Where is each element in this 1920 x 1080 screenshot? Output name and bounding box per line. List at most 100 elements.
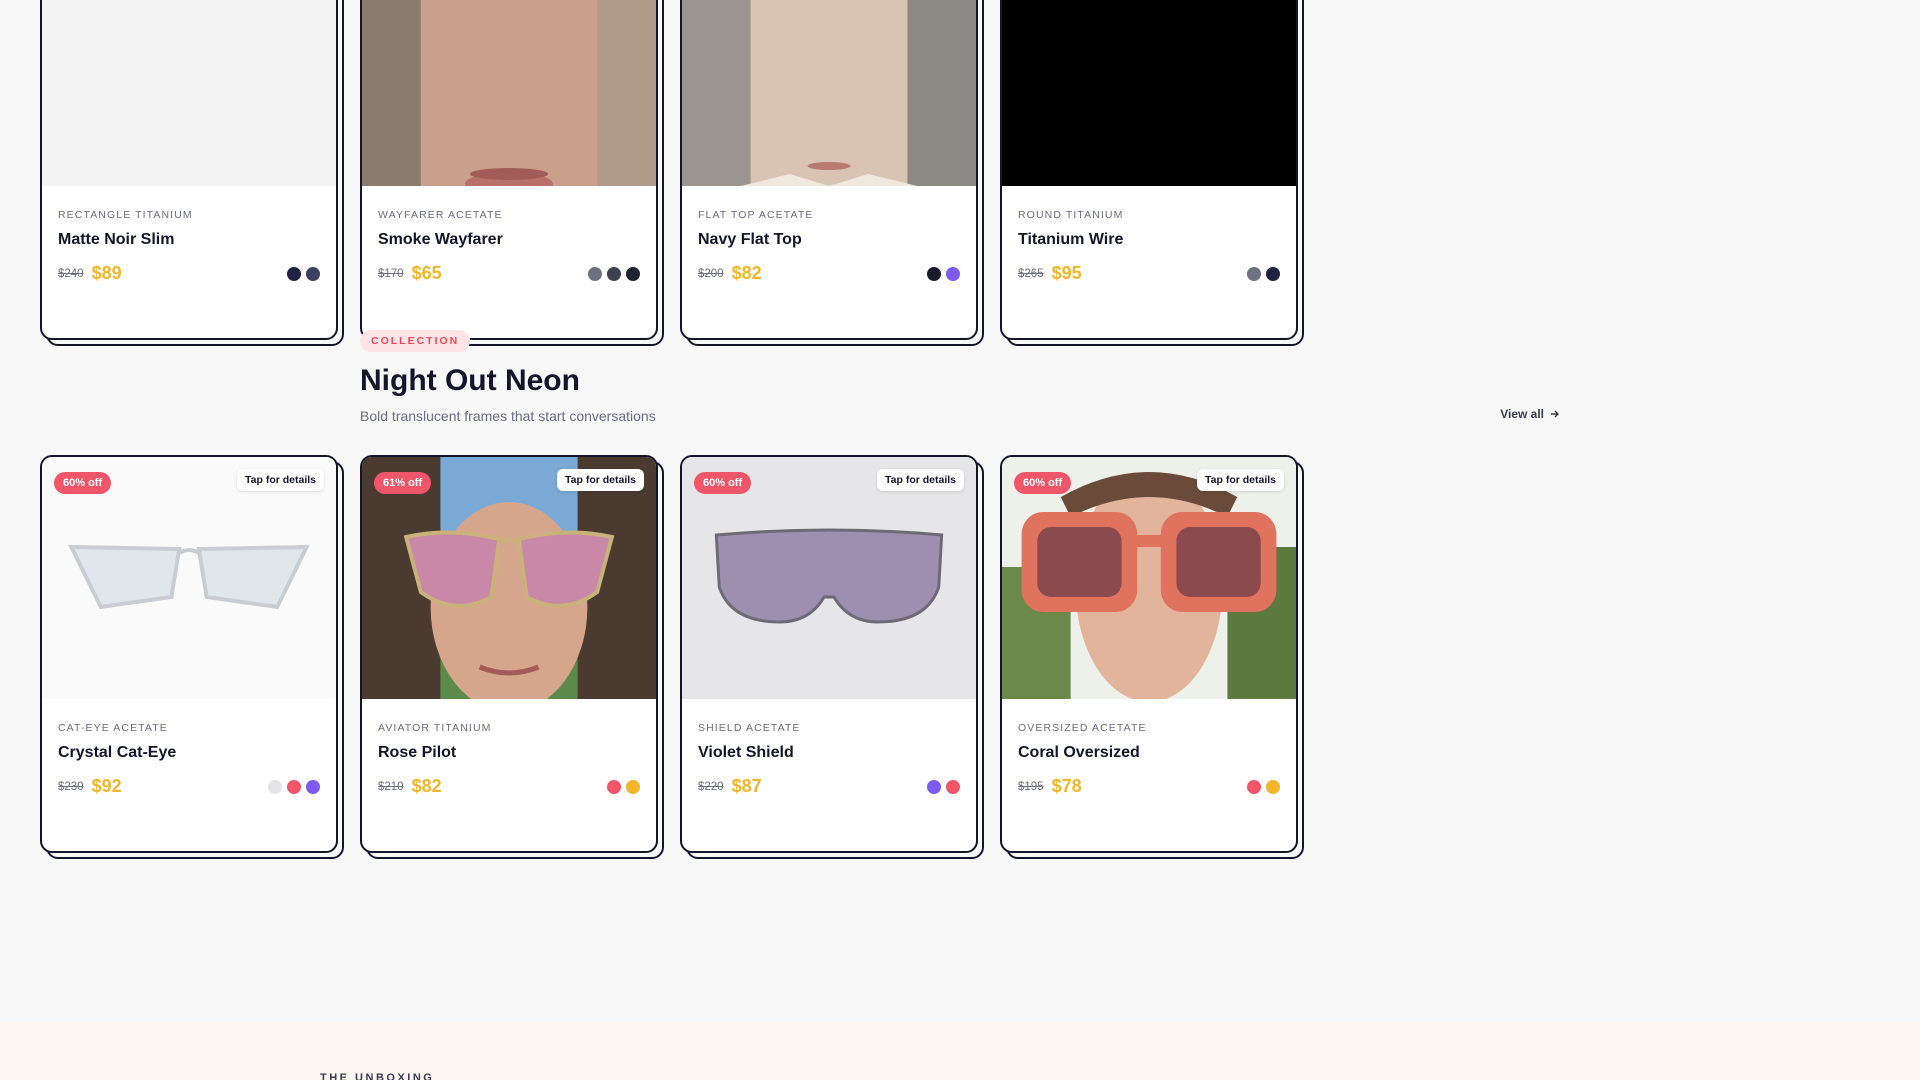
product-card[interactable]: 61% off Tap for details AVIATOR TITANIUM…: [360, 455, 664, 859]
view-all-link[interactable]: View all: [1500, 407, 1560, 421]
product-name[interactable]: Smoke Wayfarer: [378, 231, 640, 249]
unboxing-section: THE UNBOXING: [0, 1022, 1920, 1080]
view-all-label: View all: [1500, 407, 1544, 421]
price-row: $200 $82: [698, 263, 960, 284]
product-card[interactable]: RECTANGLE TITANIUM Matte Noir Slim $240 …: [40, 0, 344, 346]
original-price: $220: [698, 780, 724, 793]
product-category: OVERSIZED ACETATE: [1018, 722, 1147, 734]
product-image[interactable]: [1002, 0, 1296, 186]
sale-price: $92: [91, 776, 122, 796]
product-image[interactable]: [362, 0, 656, 186]
product-card[interactable]: 60% off Tap for details SHIELD ACETATE V…: [680, 455, 984, 859]
product-card[interactable]: 60% off Tap for details CAT-EYE ACETATE …: [40, 455, 344, 859]
sale-price: $78: [1051, 776, 1082, 796]
section-eyebrow: THE UNBOXING: [320, 1072, 435, 1080]
color-swatches: [268, 779, 320, 794]
product-info: ROUND TITANIUM Titanium Wire $265 $95: [1018, 209, 1280, 284]
color-swatch[interactable]: [1247, 779, 1261, 794]
price-row: $195 $78: [1018, 776, 1280, 797]
product-name[interactable]: Rose Pilot: [378, 744, 640, 762]
tap-for-details-hint[interactable]: Tap for details: [557, 469, 644, 491]
color-swatches: [1247, 266, 1280, 281]
color-swatch[interactable]: [287, 779, 301, 794]
color-swatch[interactable]: [946, 779, 960, 794]
section-title: Night Out Neon: [360, 364, 580, 397]
discount-badge: 60% off: [1014, 472, 1072, 494]
product-name[interactable]: Violet Shield: [698, 744, 960, 762]
card-body[interactable]: 60% off Tap for details CAT-EYE ACETATE …: [40, 455, 338, 853]
color-swatches: [1247, 779, 1280, 794]
product-category: SHIELD ACETATE: [698, 722, 801, 734]
color-swatch[interactable]: [588, 266, 602, 281]
product-row-collection: 60% off Tap for details CAT-EYE ACETATE …: [40, 455, 1304, 859]
product-category: RECTANGLE TITANIUM: [58, 209, 193, 221]
product-category: ROUND TITANIUM: [1018, 209, 1124, 221]
color-swatch[interactable]: [306, 779, 320, 794]
tap-for-details-hint[interactable]: Tap for details: [1197, 469, 1284, 491]
product-info: AVIATOR TITANIUM Rose Pilot $210 $82: [378, 722, 640, 797]
color-swatch[interactable]: [306, 266, 320, 281]
product-name[interactable]: Coral Oversized: [1018, 744, 1280, 762]
card-body[interactable]: 61% off Tap for details AVIATOR TITANIUM…: [360, 455, 658, 853]
sale-price: $89: [91, 263, 122, 283]
color-swatch[interactable]: [626, 779, 640, 794]
color-swatches: [287, 266, 320, 281]
product-category: FLAT TOP ACETATE: [698, 209, 814, 221]
product-info: RECTANGLE TITANIUM Matte Noir Slim $240 …: [58, 209, 320, 284]
color-swatch[interactable]: [946, 266, 960, 281]
product-info: SHIELD ACETATE Violet Shield $220 $87: [698, 722, 960, 797]
product-card[interactable]: WAYFARER ACETATE Smoke Wayfarer $170 $65: [360, 0, 664, 346]
color-swatch[interactable]: [287, 266, 301, 281]
product-name[interactable]: Crystal Cat-Eye: [58, 744, 320, 762]
card-body[interactable]: 60% off Tap for details SHIELD ACETATE V…: [680, 455, 978, 853]
color-swatch[interactable]: [927, 779, 941, 794]
color-swatches: [927, 266, 960, 281]
original-price: $210: [378, 780, 404, 793]
product-category: WAYFARER ACETATE: [378, 209, 503, 221]
color-swatch[interactable]: [607, 266, 621, 281]
product-name[interactable]: Matte Noir Slim: [58, 231, 320, 249]
color-swatches: [927, 779, 960, 794]
color-swatch[interactable]: [1247, 266, 1261, 281]
color-swatch[interactable]: [927, 266, 941, 281]
color-swatch[interactable]: [626, 266, 640, 281]
product-card[interactable]: ROUND TITANIUM Titanium Wire $265 $95: [1000, 0, 1304, 346]
original-price: $195: [1018, 780, 1044, 793]
sale-price: $65: [411, 263, 442, 283]
product-image[interactable]: [42, 0, 336, 186]
product-card[interactable]: 60% off Tap for details OVERSIZED ACETAT…: [1000, 455, 1304, 859]
original-price: $265: [1018, 267, 1044, 280]
product-image[interactable]: [682, 0, 976, 186]
price-row: $220 $87: [698, 776, 960, 797]
card-body[interactable]: FLAT TOP ACETATE Navy Flat Top $200 $82: [680, 0, 978, 340]
product-name[interactable]: Navy Flat Top: [698, 231, 960, 249]
original-price: $200: [698, 267, 724, 280]
collection-header: COLLECTION Night Out Neon Bold transluce…: [360, 330, 1560, 424]
color-swatch[interactable]: [1266, 266, 1280, 281]
tap-for-details-hint[interactable]: Tap for details: [237, 469, 324, 491]
card-body[interactable]: WAYFARER ACETATE Smoke Wayfarer $170 $65: [360, 0, 658, 340]
product-name[interactable]: Titanium Wire: [1018, 231, 1280, 249]
color-swatch[interactable]: [607, 779, 621, 794]
price-row: $240 $89: [58, 263, 320, 284]
sale-price: $82: [411, 776, 442, 796]
original-price: $240: [58, 267, 84, 280]
card-body[interactable]: 60% off Tap for details OVERSIZED ACETAT…: [1000, 455, 1298, 853]
discount-badge: 61% off: [374, 472, 432, 494]
card-body[interactable]: ROUND TITANIUM Titanium Wire $265 $95: [1000, 0, 1298, 340]
color-swatch[interactable]: [268, 779, 282, 794]
product-category: CAT-EYE ACETATE: [58, 722, 168, 734]
tap-for-details-hint[interactable]: Tap for details: [877, 469, 964, 491]
color-swatches: [588, 266, 640, 281]
card-body[interactable]: RECTANGLE TITANIUM Matte Noir Slim $240 …: [40, 0, 338, 340]
color-swatch[interactable]: [1266, 779, 1280, 794]
product-info: FLAT TOP ACETATE Navy Flat Top $200 $82: [698, 209, 960, 284]
sale-price: $87: [731, 776, 762, 796]
product-category: AVIATOR TITANIUM: [378, 722, 492, 734]
price-row: $170 $65: [378, 263, 640, 284]
product-card[interactable]: FLAT TOP ACETATE Navy Flat Top $200 $82: [680, 0, 984, 346]
price-row: $230 $92: [58, 776, 320, 797]
discount-badge: 60% off: [54, 472, 112, 494]
product-row-top: RECTANGLE TITANIUM Matte Noir Slim $240 …: [40, 0, 1304, 346]
section-subtitle: Bold translucent frames that start conve…: [360, 408, 656, 424]
